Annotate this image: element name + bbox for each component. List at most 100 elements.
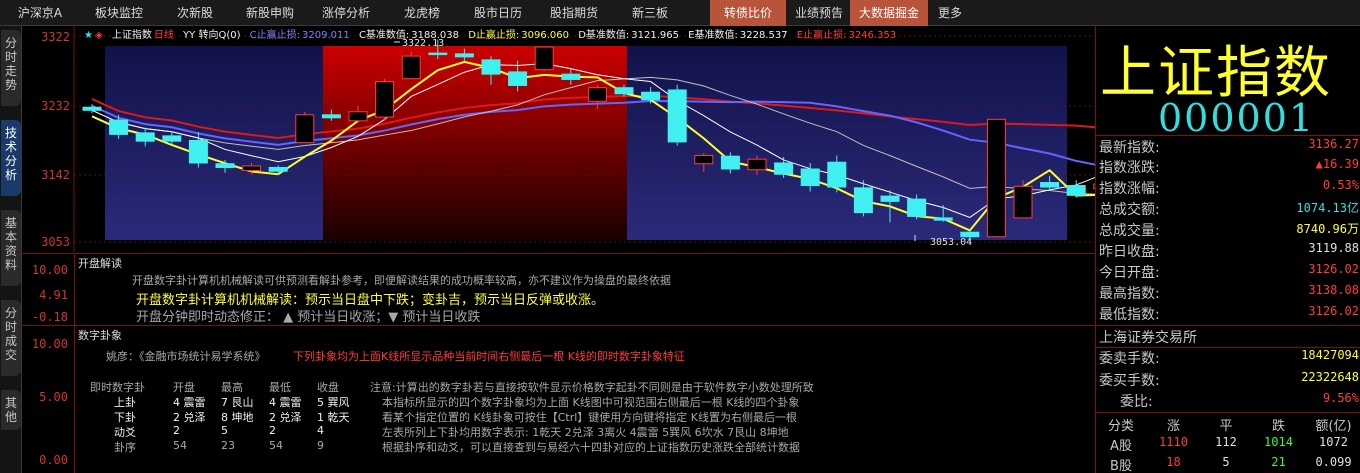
- kline-chart-canvas: 3322.13 3053.04: [73, 26, 1095, 253]
- breadth-header-4: 额(亿): [1315, 419, 1352, 434]
- panel1-disclaimer: 开盘数字卦计算机机械解读可供预测看解卦参考，即便解读结果的成功概率较高，亦不建议…: [132, 274, 671, 287]
- tab-technical-analysis[interactable]: 技术分析: [1, 120, 21, 196]
- panel2-title: 数字卦象: [78, 329, 122, 342]
- candle-body: [348, 111, 368, 122]
- quote-row-change: 指数涨跌: ▲16.39: [1096, 157, 1360, 177]
- menu-item-earnings-forecast[interactable]: 业绩预告: [790, 0, 848, 26]
- hex-row0-c2: 7 艮山: [221, 396, 254, 409]
- quote-row-bid-volume: 委买手数: 22322648: [1096, 370, 1360, 390]
- candle-body: [508, 71, 528, 86]
- candle-body: [614, 87, 634, 95]
- menu-item-new-stocks[interactable]: 次新股: [158, 0, 232, 26]
- candle-body: [1040, 182, 1060, 188]
- breadth-row-a-flat: 112: [1215, 435, 1237, 449]
- breadth-header-3: 跌: [1271, 419, 1285, 434]
- e-base-label: E基准数值:: [688, 30, 738, 41]
- breadth-row-a-down: 1014: [1264, 435, 1293, 449]
- hex-header-2: 最高: [221, 381, 243, 394]
- menu-item-dragon-tiger[interactable]: 龙虎榜: [384, 0, 460, 26]
- breadth-row-a-amount: 1072: [1319, 435, 1348, 449]
- kline-chart[interactable]: 3322.13 3053.04 3322 3232 3142 3053: [22, 26, 1095, 253]
- d-base-value: 3121.965: [631, 30, 679, 41]
- quote-row-ask-volume-label: 委卖手数:: [1099, 351, 1160, 367]
- chart-period[interactable]: 日线: [154, 30, 174, 41]
- candle-body: [774, 162, 794, 175]
- menu-item-sector-monitor[interactable]: 板块监控: [80, 0, 158, 26]
- tab-other[interactable]: 其他: [1, 390, 21, 430]
- candle-body: [694, 154, 714, 165]
- candle: [534, 46, 554, 72]
- candle-body: [401, 55, 421, 80]
- menu-item-big-data[interactable]: 大数据掘金: [850, 0, 928, 26]
- quote-row-commit-ratio: 委比: 9.56%: [1096, 391, 1360, 411]
- candle: [986, 118, 1006, 238]
- candle-body: [82, 106, 102, 111]
- menu-item-ipo-subscribe[interactable]: 新股申购: [232, 0, 308, 26]
- quote-row-turnover: 总成交额: 1074.13亿: [1096, 199, 1360, 219]
- quote-row-bid-volume-value: 22322648: [1301, 370, 1359, 384]
- menu-item-more[interactable]: 更多: [930, 0, 970, 26]
- star-icon[interactable]: ★: [84, 30, 93, 41]
- menu-item-hs-a[interactable]: 沪深京A: [0, 0, 80, 26]
- breadth-header-2: 平: [1219, 419, 1233, 434]
- tab-intraday-chart[interactable]: 分时走势: [1, 30, 21, 106]
- e-stop-label: E止赢止损:: [796, 30, 847, 41]
- quote-row-pct-label: 指数涨幅:: [1099, 181, 1160, 197]
- hex-row0-label: 上卦: [114, 396, 136, 409]
- candle-body: [641, 91, 661, 101]
- menu-item-index-futures[interactable]: 股指期货: [536, 0, 612, 26]
- tab-fundamentals[interactable]: 基本资料: [1, 210, 21, 286]
- index-code: 000001: [1158, 96, 1316, 140]
- candle-body: [135, 132, 155, 142]
- quote-row-open-value: 3126.02: [1308, 262, 1359, 276]
- hex-note-1: 本指标所显示的四个数字卦象均为上面 K线图中可视范围右侧最后一根 K线的四个卦象: [382, 396, 800, 409]
- e-base-value: 3228.537: [739, 30, 788, 41]
- candle: [1013, 180, 1033, 219]
- quote-divider-2: [1096, 325, 1360, 326]
- quote-row-volume-value: 8740.96万: [1296, 222, 1359, 236]
- candle: [401, 51, 421, 80]
- menu-item-new-third-board[interactable]: 新三板: [612, 0, 688, 26]
- d-base-label: D基准数值:: [578, 30, 630, 41]
- settings-dot-icon[interactable]: ◈: [95, 30, 103, 41]
- candle-body: [481, 59, 501, 75]
- c-base-label: C基准数值:: [358, 30, 410, 41]
- quote-row-prev-close-value: 3119.88: [1308, 241, 1359, 255]
- chart-stock-name: 上证指数: [111, 30, 152, 41]
- candle-body: [375, 81, 395, 118]
- candle-body: [428, 52, 448, 56]
- d-stop-label: D止赢止损:: [468, 30, 520, 41]
- hex-row3-c4: 9: [317, 439, 324, 452]
- menu-item-market-calendar[interactable]: 股市日历: [460, 0, 536, 26]
- d-stop-value: 3096.060: [521, 30, 569, 41]
- candle: [375, 78, 395, 121]
- menu-item-convertible-compare[interactable]: 转债比价: [710, 0, 786, 26]
- panel1-y-label-top: 10.00: [31, 263, 68, 277]
- quote-row-high: 最高指数: 3138.08: [1096, 283, 1360, 303]
- breadth-row-a-up: 1110: [1159, 435, 1188, 449]
- menu-item-limit-up-analysis[interactable]: 涨停分析: [308, 0, 384, 26]
- candle-body: [188, 139, 208, 164]
- quote-row-prev-close: 昨日收盘: 3119.88: [1096, 241, 1360, 261]
- hex-row2-c4: 4: [317, 424, 324, 437]
- quote-row-latest: 最新指数: 3136.27: [1096, 137, 1360, 157]
- candle-body: [933, 217, 953, 221]
- hex-row2-c2: 5: [221, 424, 228, 437]
- breadth-header-1: 涨: [1166, 419, 1180, 434]
- tab-intraday-trades[interactable]: 分时成交: [1, 300, 21, 376]
- quote-row-bid-volume-label: 委买手数:: [1099, 373, 1160, 389]
- hex-header-0: 即时数字卦: [90, 381, 145, 394]
- hex-row3-c3: 54: [269, 439, 283, 452]
- quote-row-commit-ratio-value: 9.56%: [1322, 391, 1359, 405]
- chart-indicator-mode[interactable]: YY 转向Q(0): [183, 30, 240, 41]
- top-menu-bar: 沪深京A 板块监控 次新股 新股申购 涨停分析 龙虎榜 股市日历 股指期货 新三…: [0, 0, 1360, 26]
- breadth-row-b-label: B股: [1110, 459, 1132, 473]
- quote-row-turnover-value: 1074.13亿: [1296, 201, 1359, 215]
- breadth-row-b-down: 21: [1271, 455, 1286, 469]
- candle-body: [880, 195, 900, 202]
- candle: [667, 84, 687, 146]
- panel2-source-note: 下列卦象均为上面K线所显示品种当前时间右侧最后一根 K线的即时数字卦象特征: [293, 350, 685, 363]
- hex-row0-c1: 4 震雷: [173, 396, 206, 409]
- panel-opening-interpretation: 开盘解读 10.00 4.91 -0.18 开盘数字卦计算机机械解读可供预测看解…: [22, 253, 1095, 325]
- quote-row-low-label: 最低指数:: [1099, 307, 1160, 323]
